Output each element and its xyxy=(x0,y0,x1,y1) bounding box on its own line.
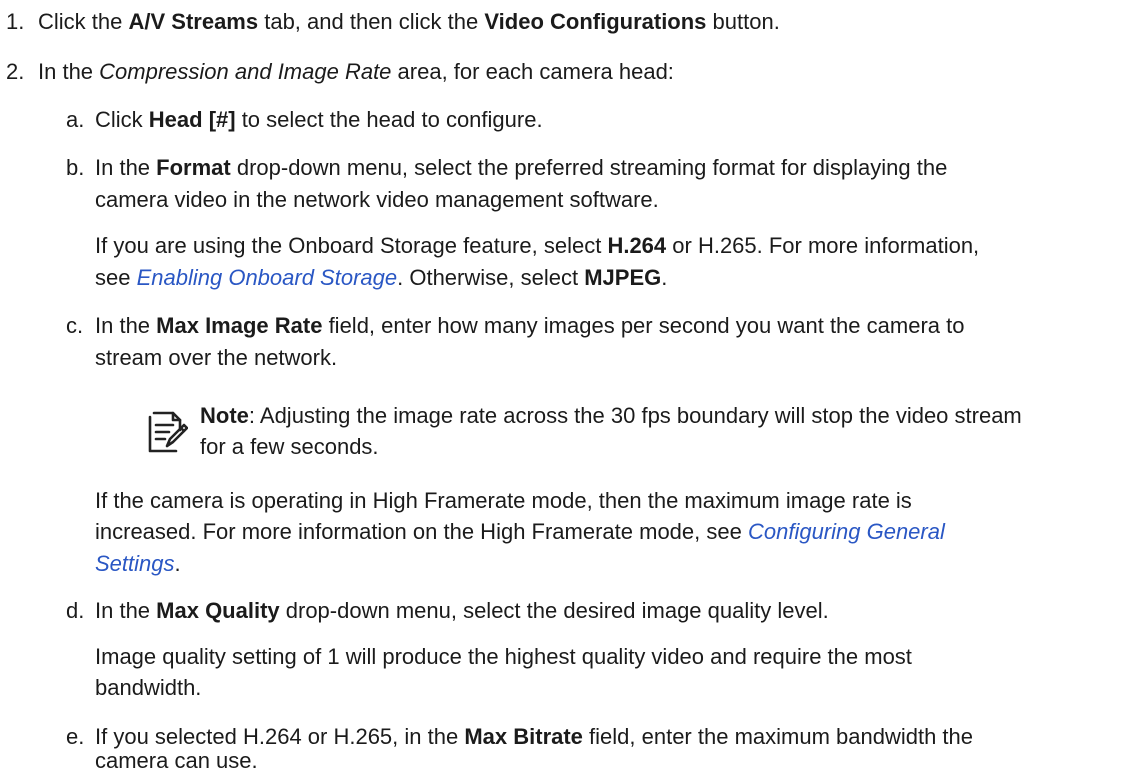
substep-e-line-2: camera can use. xyxy=(95,748,258,773)
substep-c-line-1: In the Max Image Rate field, enter how m… xyxy=(95,313,965,338)
substep-letter-b: b. xyxy=(66,155,85,180)
substep-letter-a: a. xyxy=(66,107,85,132)
substep-letter-e: e. xyxy=(66,724,85,749)
max-quality-ref: Max Quality xyxy=(156,598,280,623)
substep-b-para-line-1: If you are using the Onboard Storage fea… xyxy=(95,233,980,258)
substep-b-line-1: In the Format drop-down menu, select the… xyxy=(95,155,948,180)
substep-c-para-line-1: If the camera is operating in High Frame… xyxy=(95,488,912,513)
note-line-2: for a few seconds. xyxy=(200,434,379,459)
note-label: Note xyxy=(200,403,249,428)
substep-d-para-line-1: Image quality setting of 1 will produce … xyxy=(95,644,912,669)
configuring-general-settings-link[interactable]: Configuring General xyxy=(748,519,945,544)
head-ref: Head [#] xyxy=(148,107,236,132)
step-number-2: 2. xyxy=(6,59,25,84)
substep-c-para-line-2: increased. For more information on the H… xyxy=(95,519,945,544)
enabling-onboard-storage-link[interactable]: Enabling Onboard Storage xyxy=(137,265,398,290)
substep-a-text: Click Head [#] to select the head to con… xyxy=(95,107,543,132)
substep-letter-c: c. xyxy=(66,313,84,338)
substep-d-line-1: In the Max Quality drop-down menu, selec… xyxy=(95,598,829,623)
step-2-text: In the Compression and Image Rate area, … xyxy=(38,59,674,84)
substep-b-para-line-2: see Enabling Onboard Storage. Otherwise,… xyxy=(95,265,668,290)
step-1-text: Click the A/V Streams tab, and then clic… xyxy=(38,9,780,34)
av-streams-tab-ref: A/V Streams xyxy=(128,9,259,34)
substep-c-para-line-3: Settings. xyxy=(95,551,181,576)
configuring-general-settings-link-cont[interactable]: Settings xyxy=(95,551,175,576)
note-line-1: Note: Adjusting the image rate across th… xyxy=(200,403,1022,428)
substep-letter-d: d. xyxy=(66,598,85,623)
note-icon xyxy=(148,411,188,453)
document-page: 1. Click the A/V Streams tab, and then c… xyxy=(0,0,1146,774)
video-configurations-button-ref: Video Configurations xyxy=(484,9,707,34)
max-image-rate-ref: Max Image Rate xyxy=(156,313,323,338)
substep-b-line-2: camera video in the network video manage… xyxy=(95,187,659,212)
max-bitrate-ref: Max Bitrate xyxy=(464,724,583,749)
format-menu-ref: Format xyxy=(156,155,231,180)
compression-area-ref: Compression and Image Rate xyxy=(99,59,392,84)
step-number-1: 1. xyxy=(6,9,25,34)
substep-d-para-line-2: bandwidth. xyxy=(95,675,202,700)
substep-c-line-2: stream over the network. xyxy=(95,345,338,370)
